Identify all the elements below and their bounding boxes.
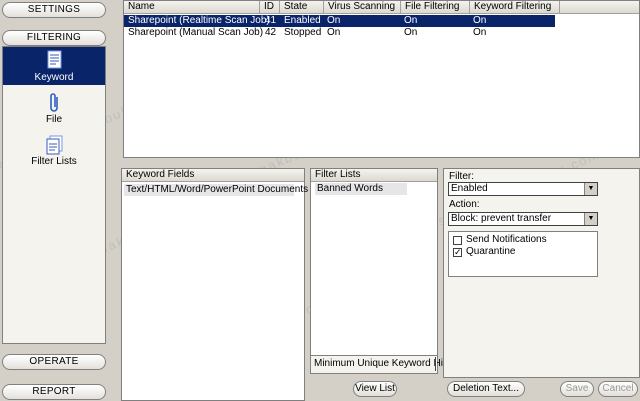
nav-item-file[interactable]: File [3,91,105,125]
keyword-document-icon [47,50,62,69]
action-label: Action: [449,199,480,210]
send-notifications-label: Send Notifications [466,234,547,245]
deletion-text-button[interactable]: Deletion Text... [447,381,525,397]
chevron-down-icon[interactable]: ▼ [584,213,597,225]
paperclip-icon [50,93,58,112]
settings-button[interactable]: SETTINGS [2,2,106,18]
quarantine-label: Quarantine [466,246,516,257]
min-hits-box: Minimum Unique Keyword Hits: [311,355,454,373]
filtering-panel: Keyword File Filter Lists [2,46,106,344]
cancel-button[interactable]: Cancel [598,381,638,397]
filter-lists-header: Filter Lists [311,169,437,182]
filtering-button[interactable]: FILTERING [2,30,106,46]
keyword-fields-panel: Keyword Fields Text/HTML/Word/PowerPoint… [121,168,308,401]
view-list-button[interactable]: View List [353,381,397,397]
cell-id: 42 [265,27,277,38]
column-header-virus-scanning[interactable]: Virus Scanning [324,1,401,14]
nav-item-file-label: File [45,114,63,125]
cell-name: Sharepoint (Manual Scan Job) [128,27,264,38]
column-header-name[interactable]: Name [124,1,260,14]
min-hits-input[interactable] [435,357,437,371]
table-row[interactable]: Sharepoint (Realtime Scan Job) 41 Enable… [124,15,555,27]
cell-file-filtering: On [404,27,418,38]
filter-label: Filter: [449,171,474,182]
cell-id: 41 [265,15,277,26]
action-select-value: Block: prevent transfer [451,213,552,224]
filter-lists-panel: Filter Lists Banned Words Minimum Unique… [310,168,454,374]
cell-state: Stopped [284,27,322,38]
nav-item-keyword-label: Keyword [34,72,74,83]
options-box: Send Notifications ✓ Quarantine [448,231,598,277]
nav-item-keyword[interactable]: Keyword [3,47,105,85]
column-header-id[interactable]: ID [260,1,280,14]
nav-item-filter-lists-label: Filter Lists [31,156,77,167]
table-row[interactable]: Sharepoint (Manual Scan Job) 42 Stopped … [124,27,639,39]
column-header-filler [560,1,639,14]
cell-keyword-filtering: On [473,15,487,26]
filter-select-value: Enabled [451,183,488,194]
save-button[interactable]: Save [560,381,594,397]
action-select[interactable]: Block: prevent transfer ▼ [448,212,598,226]
cell-virus-scanning: On [327,27,341,38]
job-table: Name ID State Virus Scanning File Filter… [123,0,640,158]
filter-select[interactable]: Enabled ▼ [448,182,598,196]
min-hits-label: Minimum Unique Keyword Hits: [314,358,454,369]
cell-name: Sharepoint (Realtime Scan Job) [128,15,270,26]
column-header-state[interactable]: State [280,1,324,14]
filter-settings-panel: Filter: Enabled ▼ Action: Block: prevent… [443,168,640,378]
cell-virus-scanning: On [327,15,341,26]
operate-button[interactable]: OPERATE [2,354,106,370]
filter-lists-icon [46,135,63,155]
nav-item-filter-lists[interactable]: Filter Lists [3,133,105,169]
keyword-fields-header: Keyword Fields [122,169,304,182]
quarantine-checkbox[interactable]: ✓ [453,248,462,257]
cell-keyword-filtering: On [473,27,487,38]
list-item[interactable]: Banned Words [315,183,407,195]
column-header-keyword-filtering[interactable]: Keyword Filtering [470,1,560,14]
cell-state: Enabled [284,15,321,26]
chevron-down-icon[interactable]: ▼ [584,183,597,195]
column-header-file-filtering[interactable]: File Filtering [401,1,470,14]
cell-file-filtering: On [404,15,418,26]
list-item[interactable]: Text/HTML/Word/PowerPoint Documents [124,184,308,196]
send-notifications-checkbox[interactable] [453,236,462,245]
report-button[interactable]: REPORT [2,384,106,400]
